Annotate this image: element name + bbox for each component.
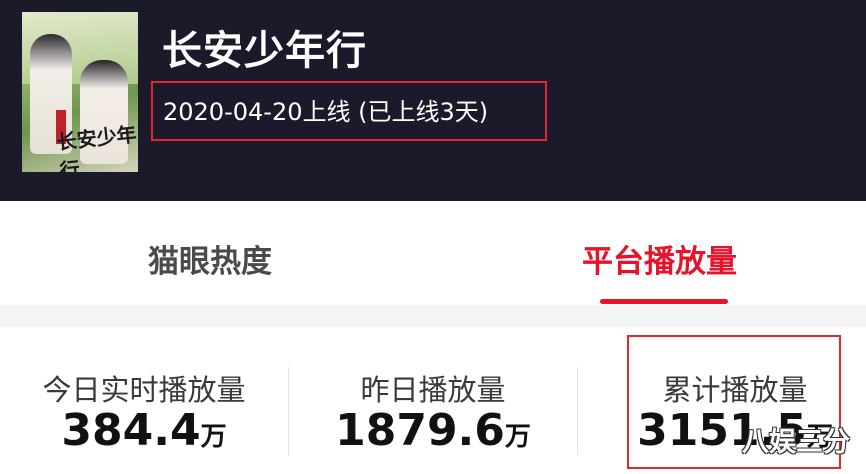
stat-today-value: 384.4万 (0, 405, 288, 456)
poster-title: 长安少年行 (55, 121, 138, 172)
watermark-text: 八娱三分 (742, 427, 850, 458)
stat-yesterday-value: 1879.6万 (289, 405, 577, 456)
stat-today-unit: 万 (200, 422, 227, 452)
stat-today-number: 384.4 (61, 405, 201, 456)
section-divider (0, 305, 866, 327)
active-tab-indicator (600, 299, 728, 304)
tab-platform-plays[interactable]: 平台播放量 (582, 236, 737, 281)
stat-yesterday-unit: 万 (504, 422, 531, 452)
stat-yesterday-number: 1879.6 (335, 405, 505, 456)
stat-today-label: 今日实时播放量 (42, 373, 246, 407)
stat-yesterday-label: 昨日播放量 (360, 373, 506, 407)
tab-maoyan-heat[interactable]: 猫眼热度 (148, 236, 272, 281)
tab-bar: 猫眼热度 平台播放量 (0, 201, 866, 305)
drama-poster[interactable]: 长安少年行 (22, 12, 138, 172)
stat-divider (577, 367, 578, 455)
release-highlight-box (151, 81, 547, 141)
drama-title: 长安少年行 (162, 28, 367, 74)
